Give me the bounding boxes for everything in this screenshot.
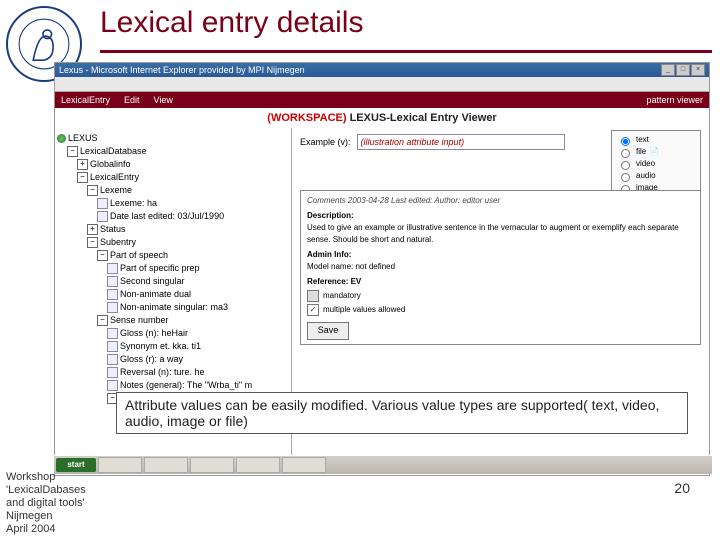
tree-item[interactable]: Lexeme: ha — [110, 198, 157, 208]
tree-root[interactable]: LEXUS — [68, 133, 98, 143]
description-label: Description: — [307, 210, 694, 222]
attribute-info-box: Comments 2003-04-28 Last edited: Author:… — [300, 190, 701, 345]
tree-item[interactable]: Subentry — [100, 237, 136, 247]
footer-line: Nijmegen — [6, 510, 86, 523]
close-icon[interactable]: × — [691, 64, 705, 76]
window-controls: _ □ × — [661, 64, 705, 76]
type-video-label: video — [636, 158, 655, 170]
leaf-icon — [107, 367, 118, 378]
window-title: Lexus - Microsoft Internet Explorer prov… — [59, 65, 305, 75]
leaf-icon — [107, 302, 118, 313]
expand-icon[interactable]: + — [87, 224, 98, 235]
tree-item[interactable]: Gloss (n): heHair — [120, 328, 188, 338]
slide-footer: Workshop 'LexicalDabases and digital too… — [6, 471, 86, 536]
window-titlebar: Lexus - Microsoft Internet Explorer prov… — [55, 63, 709, 77]
leaf-icon — [107, 354, 118, 365]
menu-edit[interactable]: Edit — [124, 95, 140, 105]
taskbar-item[interactable] — [282, 457, 326, 473]
leaf-icon — [97, 211, 108, 222]
tree-item[interactable]: LexicalDatabase — [80, 146, 147, 156]
admin-info-label: Admin Info: — [307, 249, 694, 261]
menu-pattern-viewer[interactable]: pattern viewer — [646, 95, 703, 105]
type-audio-radio[interactable] — [621, 173, 630, 182]
footer-line: Workshop — [6, 471, 86, 484]
menu-view[interactable]: View — [154, 95, 173, 105]
save-button[interactable]: Save — [307, 322, 349, 340]
tree-item[interactable]: Non-animate singular: ma3 — [120, 302, 228, 312]
tree-item[interactable]: Date last edited: 03/Jul/1990 — [110, 211, 224, 221]
tree-item[interactable]: Synonym et. kka. ti1 — [120, 341, 201, 351]
example-label: Example (v): — [300, 137, 351, 147]
menu-lexicalentry[interactable]: LexicalEntry — [61, 95, 110, 105]
info-header: Comments 2003-04-28 Last edited: Author:… — [307, 195, 694, 207]
type-audio-label: audio — [636, 170, 656, 182]
start-button[interactable]: start — [56, 458, 96, 472]
expand-icon[interactable]: + — [77, 159, 88, 170]
model-name-text: Model name: not defined — [307, 261, 694, 273]
type-file-radio[interactable] — [621, 149, 630, 158]
title-underline — [100, 50, 712, 53]
slide-title: Lexical entry details — [100, 6, 363, 40]
annotation-callout: Attribute values can be easily modified.… — [116, 392, 688, 434]
leaf-icon — [97, 198, 108, 209]
tree-item[interactable]: Status — [100, 224, 126, 234]
collapse-icon[interactable]: − — [87, 237, 98, 248]
taskbar-item[interactable] — [98, 457, 142, 473]
value-type-selector: text file 📄 video audio image — [611, 130, 701, 198]
tree-item[interactable]: Reversal (n): ture. he — [120, 367, 205, 377]
footer-line: 'LexicalDabases — [6, 484, 86, 497]
type-text-radio[interactable] — [621, 137, 630, 146]
footer-line: April 2004 — [6, 523, 86, 536]
maximize-icon[interactable]: □ — [676, 64, 690, 76]
tree-item[interactable]: Part of specific prep — [120, 263, 200, 273]
page-number: 20 — [674, 480, 690, 496]
leaf-icon — [107, 380, 118, 391]
minimize-icon[interactable]: _ — [661, 64, 675, 76]
leaf-icon — [107, 276, 118, 287]
file-icon: 📄 — [649, 146, 659, 158]
type-video-radio[interactable] — [621, 161, 630, 170]
app-menubar: LexicalEntry Edit View pattern viewer — [55, 92, 709, 108]
viewer-header: (WORKSPACE) LEXUS-Lexical Entry Viewer — [55, 108, 709, 128]
collapse-icon[interactable]: − — [97, 315, 108, 326]
ie-toolbar — [55, 77, 709, 92]
windows-taskbar: start — [54, 455, 712, 474]
collapse-icon[interactable]: − — [77, 172, 88, 183]
footer-line: and digital tools' — [6, 497, 86, 510]
tree-item[interactable]: Second singular — [120, 276, 185, 286]
example-input[interactable] — [357, 134, 565, 150]
multivalue-checkbox[interactable]: ✓ — [307, 304, 319, 316]
tree-item[interactable]: Globalinfo — [90, 159, 131, 169]
taskbar-item[interactable] — [144, 457, 188, 473]
leaf-icon — [107, 263, 118, 274]
tree-item[interactable]: Part of speech — [110, 250, 168, 260]
globe-icon — [57, 134, 66, 143]
collapse-icon[interactable]: − — [97, 250, 108, 261]
workspace-tag: (WORKSPACE) — [267, 112, 346, 124]
tree-item[interactable]: Sense number — [110, 315, 169, 325]
tree-item[interactable]: Lexeme — [100, 185, 132, 195]
tree-item[interactable]: LexicalEntry — [90, 172, 139, 182]
leaf-icon — [107, 328, 118, 339]
mandatory-checkbox — [307, 290, 319, 302]
collapse-icon[interactable]: − — [67, 146, 78, 157]
taskbar-item[interactable] — [190, 457, 234, 473]
multivalue-label: multiple values allowed — [323, 304, 405, 316]
type-file-label: file — [636, 146, 646, 158]
reference-label: Reference: EV — [307, 276, 694, 288]
collapse-icon[interactable]: − — [87, 185, 98, 196]
type-text-label: text — [636, 134, 649, 146]
leaf-icon — [107, 341, 118, 352]
leaf-icon — [107, 289, 118, 300]
tree-item[interactable]: Non-animate dual — [120, 289, 191, 299]
mandatory-label: mandatory — [323, 290, 361, 302]
taskbar-item[interactable] — [236, 457, 280, 473]
tree-item[interactable]: Notes (general): The "Wrba_ti" m — [120, 380, 252, 390]
description-text: Used to give an example or illustrative … — [307, 222, 694, 246]
tree-item[interactable]: Gloss (r): a way — [120, 354, 183, 364]
viewer-title: LEXUS-Lexical Entry Viewer — [350, 112, 497, 124]
